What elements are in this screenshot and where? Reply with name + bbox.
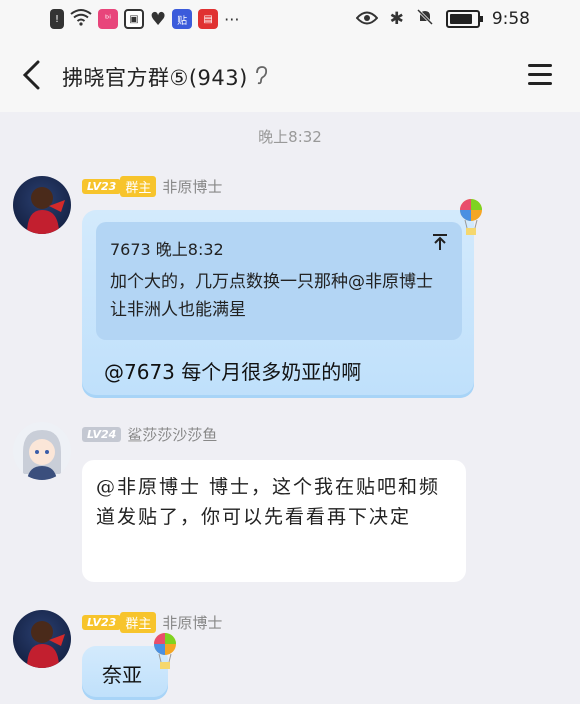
alert-icon: ! [50,9,64,29]
role-badge: 群主 [120,612,157,633]
sender-name[interactable]: 非原博士 [162,176,222,197]
group-title[interactable]: 拂晓官方群⑤(943) [62,62,268,92]
more-icon: ··· [224,9,240,29]
jump-to-quote-icon[interactable] [432,232,448,256]
status-bar: ! ᵇⁱ ▣ ♥ 贴 ▤ ··· ✱ 9:58 [0,0,580,38]
role-badge: 群主 [120,176,157,197]
status-left-icons: ! ᵇⁱ ▣ ♥ 贴 ▤ ··· [50,8,239,30]
message-bubble[interactable]: 7673 晚上8:32 加个大的，几万点数换一只那种@非原博士 让非洲人也能满星… [82,210,474,398]
message-text: 奈亚 [102,663,142,687]
sender-name[interactable]: 鲨莎莎沙莎鱼 [127,424,217,445]
level-badge: LV23 [82,615,122,630]
quote-header: 7673 晚上8:32 [110,240,224,259]
sender-meta: LV23 群主 非原博士 [82,176,222,197]
status-right-icons: ✱ 9:58 [355,8,530,30]
chevron-left-icon [22,60,40,90]
message-item: LV23 群主 非原博士 奈亚 [0,606,580,704]
message-item: LV23 群主 非原博士 7673 晚上8:32 加个大的，几万点数换一只那种@… [0,172,580,402]
bluetooth-icon: ✱ [389,9,404,29]
app-icon-2: ▣ [124,9,144,29]
message-text: @7673 每个月很多奶亚的啊 [104,360,362,384]
avatar[interactable] [13,610,71,668]
level-badge: LV24 [82,427,122,442]
wifi-icon [70,8,92,30]
battery-icon [445,10,483,28]
avatar[interactable] [13,176,71,234]
ear-icon [254,65,268,90]
avatar[interactable] [13,422,71,480]
quoted-message[interactable]: 7673 晚上8:32 加个大的，几万点数换一只那种@非原博士 让非洲人也能满星 [96,222,462,340]
level-badge: LV23 [82,179,122,194]
message-bubble[interactable]: @非原博士 博士，这个我在贴吧和频道发贴了，你可以先看看再下决定 [82,460,466,582]
balloon-decoration-icon [152,632,178,672]
status-time: 9:58 [491,9,530,29]
group-title-text: 拂晓官方群⑤(943) [62,66,248,90]
message-text: @非原博士 博士，这个我在贴吧和频道发贴了，你可以先看看再下决定 [96,476,441,528]
app-icon-1: ᵇⁱ [98,9,118,29]
quote-text: 加个大的，几万点数换一只那种@非原博士 让非洲人也能满星 [110,272,433,320]
sender-meta: LV23 群主 非原博士 [82,612,222,633]
heart-icon: ♥ [150,8,167,30]
chat-header: 拂晓官方群⑤(943) [0,38,580,112]
sender-meta: LV24 鲨莎莎沙莎鱼 [82,424,217,445]
mute-icon [416,8,434,30]
balloon-decoration-icon [458,198,484,238]
sender-name[interactable]: 非原博士 [162,612,222,633]
back-button[interactable] [20,60,48,90]
message-item: LV24 鲨莎莎沙莎鱼 @非原博士 博士，这个我在贴吧和频道发贴了，你可以先看看… [0,420,580,590]
time-divider: 晚上8:32 [258,128,322,146]
eye-icon [355,10,378,29]
tieba-icon: 贴 [172,9,193,29]
app-icon-3: ▤ [198,9,219,29]
menu-icon [528,64,552,67]
menu-button[interactable] [528,64,552,86]
